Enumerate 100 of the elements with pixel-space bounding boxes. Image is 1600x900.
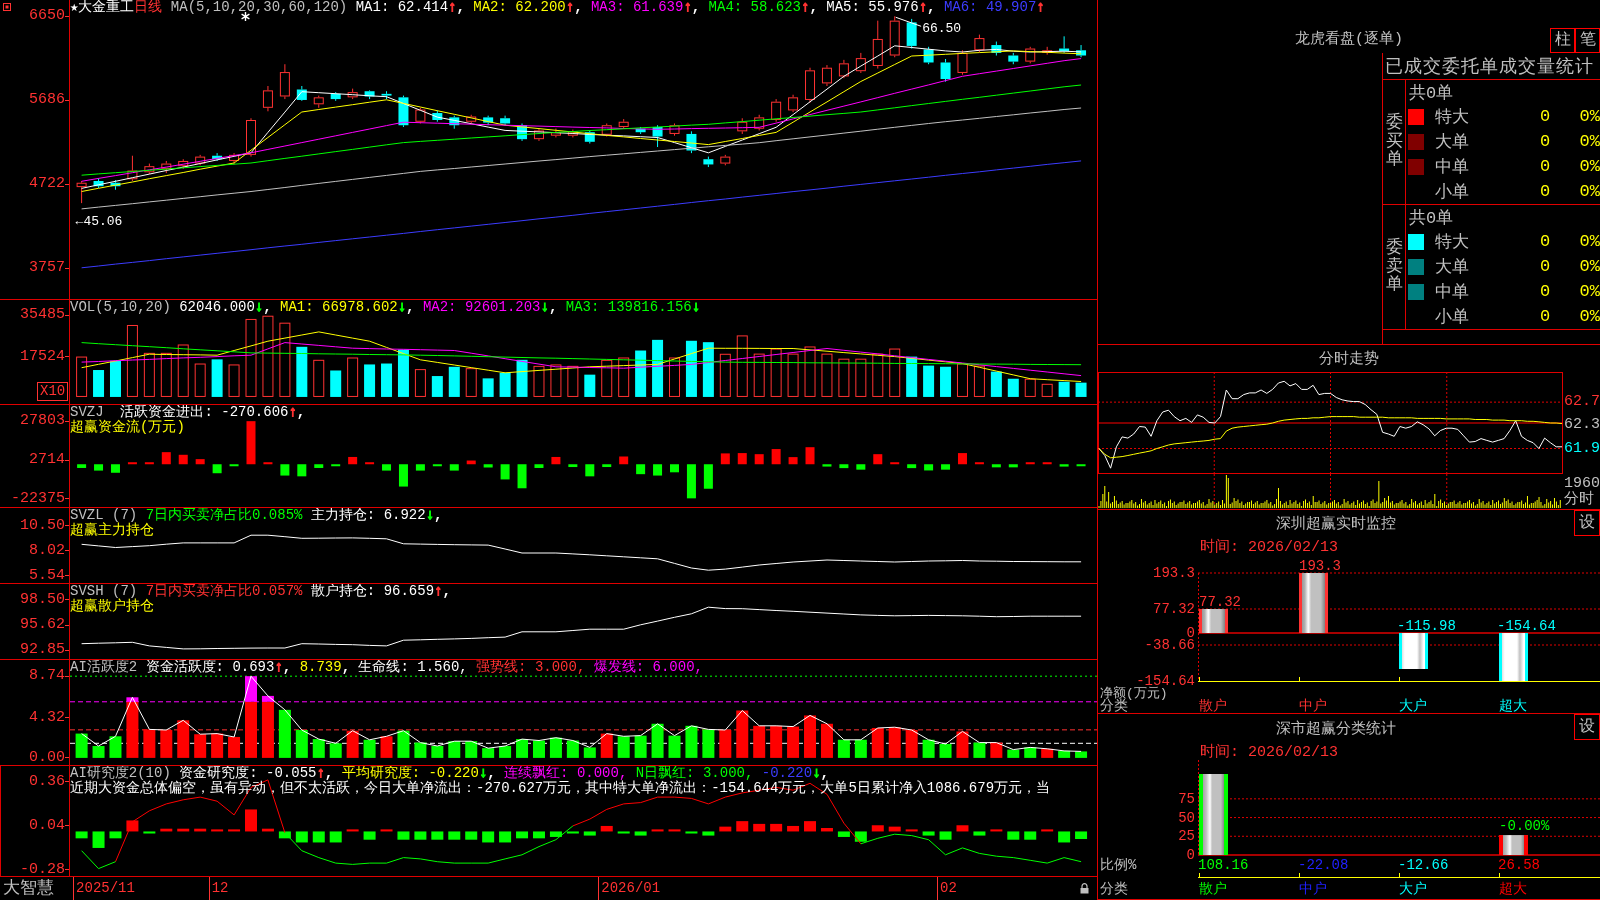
trend-arrow: ↓ [478,766,488,781]
candlestick [1008,52,1019,65]
group-label: 委买单 [1385,113,1403,171]
unit-badge: X10 [37,382,69,401]
date-label: 2026/01 [598,877,661,900]
legend-separator: , [282,660,293,675]
net-amount-bar [1299,573,1328,633]
axis-label: 6650 [29,8,65,25]
order-percent: 0% [1579,157,1600,176]
order-count: 0 [1539,182,1551,201]
category-label: 超大 [1499,880,1527,897]
candlestick [178,158,189,170]
legend-separator: , [820,766,829,781]
order-count: 0 [1539,132,1551,151]
order-count: 0 [1539,107,1551,126]
candlestick [262,85,273,112]
date-label: 02 [937,877,957,900]
candlestick [161,160,172,174]
axis-label: 98.50 [20,591,65,608]
indicator-text: 62046.000 [179,300,255,315]
brand-name: 大智慧 [3,878,54,899]
panel-title: 分时走势 [1319,349,1379,368]
candlestick [805,67,815,104]
legend-separator: , [574,0,584,15]
candlestick [110,179,121,191]
order-count: 0 [1539,157,1551,176]
axis-label: 0.36 [29,773,65,790]
indicator-text: MA6: 49.907 [943,0,1037,15]
candlestick [246,117,256,158]
indicator-text: -0.220 [761,766,813,781]
indicator-text: 连续飘红: 0.000, [504,766,628,781]
candlestick [1076,44,1087,58]
indicator-text: SVZJ [70,405,104,420]
candlestick [127,155,138,182]
axis-label: 3757 [29,260,65,277]
trend-arrow: ↑ [1036,0,1045,15]
indicator-text: 散户持仓: 96.659 [309,584,435,599]
axis-label: 35485 [20,307,65,324]
trend-arrow: ↓ [540,300,549,315]
axis-title: 分类 [1099,880,1128,897]
order-size-label: 小单 [1435,307,1469,328]
category-label: 散户 [1199,700,1227,713]
view-toggle-button[interactable]: 笔 [1575,28,1600,53]
square-icon [3,3,11,11]
padlock-icon[interactable] [1080,883,1089,894]
candlestick [364,89,375,100]
order-percent: 0% [1579,282,1600,301]
candlestick [754,114,765,131]
indicator-text: MA3: 139816.156 [565,300,692,315]
order-size-label: 大单 [1435,257,1469,278]
settings-button[interactable]: 设 [1574,510,1600,536]
legend-separator: , [296,405,306,420]
axis-label: 61.9 [1564,440,1600,457]
candlestick [889,15,900,58]
order-count: 0 [1539,307,1551,326]
view-toggle-button[interactable]: 柱 [1550,28,1575,53]
candlestick [974,34,985,53]
axis-label: 17524 [20,348,65,365]
candlestick [584,129,595,145]
candlestick [855,52,866,74]
settings-button[interactable]: 设 [1574,714,1600,740]
panel-title: 龙虎看盘(逐单) [1295,31,1403,49]
axis-title: 比例% [1099,858,1137,872]
value-label: 26.58 [1498,858,1540,872]
axis-label: 4722 [29,176,65,193]
candlestick [1042,46,1053,56]
candlestick [618,118,629,130]
value-label: 77.32 [1199,594,1241,610]
candlestick [652,124,663,148]
trend-arrow: ↓ [397,300,407,315]
indicator-text: 日线 [134,0,163,15]
value-label: 193.3 [1299,558,1341,574]
axis-label: 10.50 [20,517,65,534]
order-percent: 0% [1579,132,1600,151]
candlestick [821,64,832,87]
category-label: 中户 [1299,700,1327,713]
order-count: 0 [1539,282,1551,301]
candlestick [838,59,849,79]
order-size-label: 中单 [1435,282,1469,303]
indicator-text: 生命线: 1.560, [358,660,469,675]
candlestick [144,163,155,175]
chart-annotation: -0.00% [1499,818,1550,835]
candlestick [534,128,544,142]
value-label: -115.98 [1397,618,1456,634]
date-label: 12 [208,877,229,900]
legend-separator: , [434,508,443,523]
date-label: 2025/11 [73,877,135,900]
candlestick [906,18,917,50]
candlestick [381,90,392,100]
axis-label: 62.7 [1564,394,1600,411]
legend-separator: , [548,300,559,315]
axis-label: 0.00 [29,749,65,766]
value-label: -154.64 [1497,618,1556,634]
table-caption: 已成交委托单成交量统计 [1385,55,1594,78]
leader-line [895,16,922,27]
trend-arrow: ↑ [274,660,283,675]
axis-label: 2714 [29,452,65,468]
trend-arrow: ↑ [918,0,928,15]
candlestick [669,123,680,137]
category-label: 中户 [1299,880,1327,897]
